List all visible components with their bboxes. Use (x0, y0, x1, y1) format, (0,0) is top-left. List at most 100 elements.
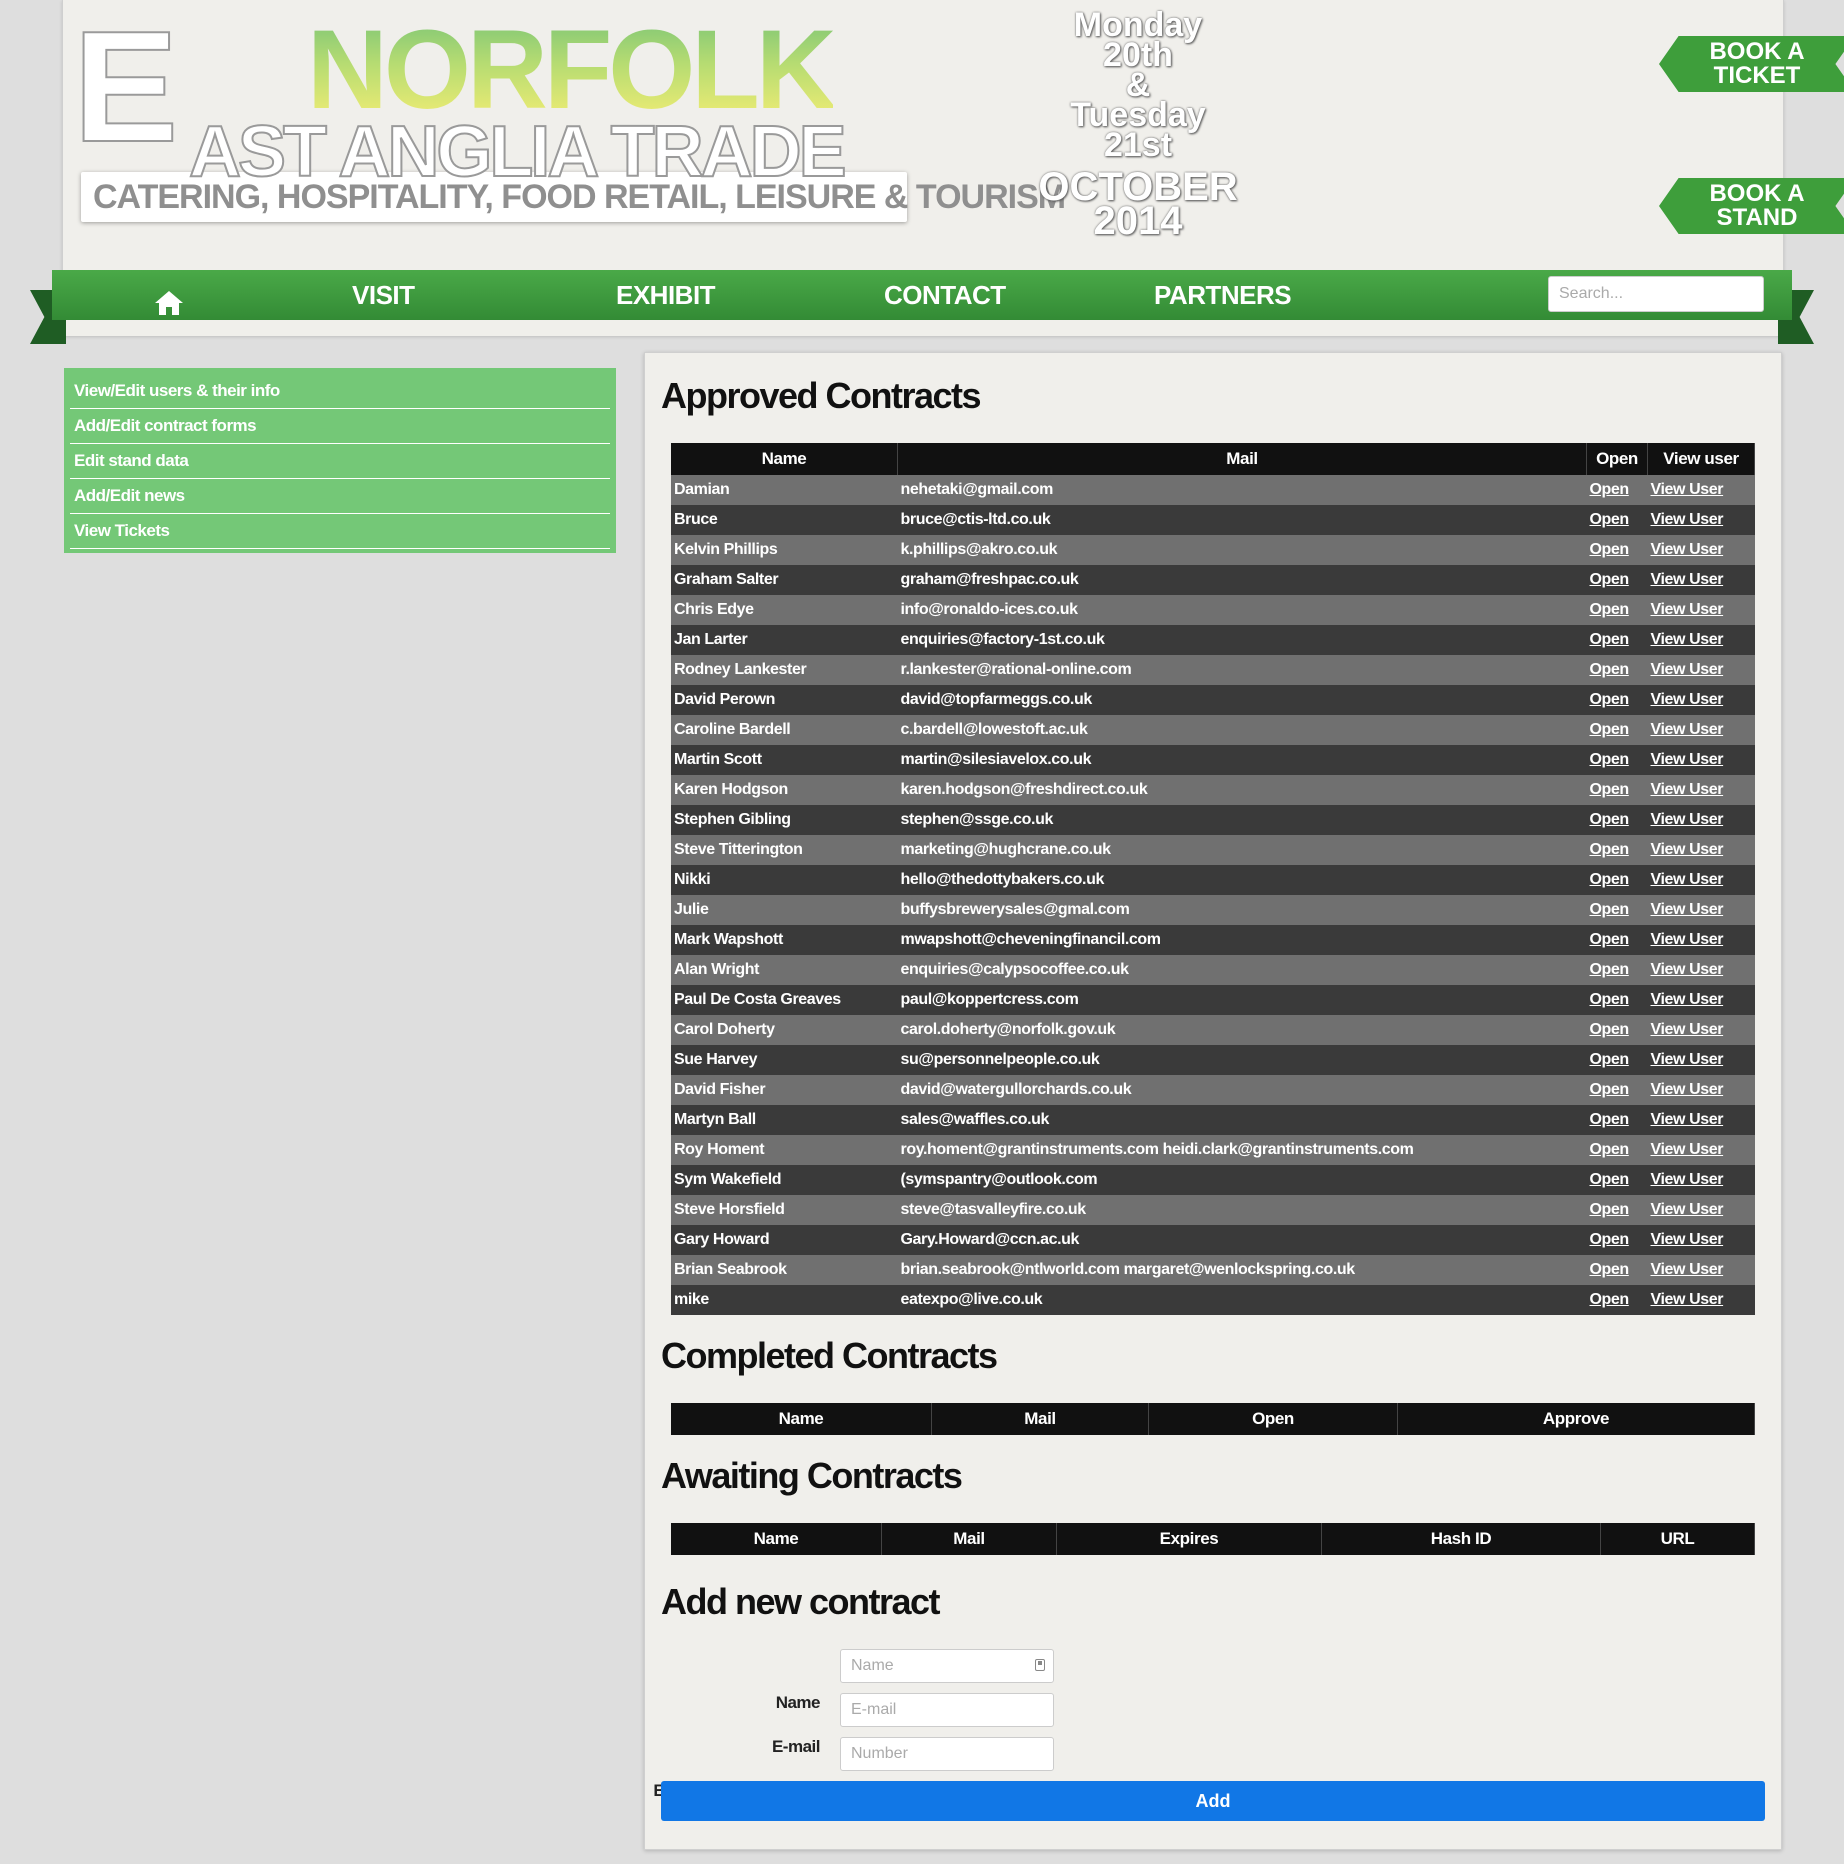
view-user-link[interactable]: View User (1651, 721, 1724, 738)
open-link[interactable]: Open (1590, 1261, 1630, 1278)
open-link[interactable]: Open (1590, 1171, 1630, 1188)
view-user-link-cell: View User (1647, 805, 1755, 835)
add-contract-button[interactable]: Add (661, 1781, 1765, 1821)
open-link[interactable]: Open (1590, 931, 1630, 948)
nav-exhibit[interactable]: EXHIBIT (616, 270, 716, 320)
view-user-link[interactable]: View User (1651, 1021, 1724, 1038)
open-link[interactable]: Open (1590, 1021, 1630, 1038)
view-user-link-cell: View User (1647, 625, 1755, 655)
open-link[interactable]: Open (1590, 661, 1630, 678)
open-link[interactable]: Open (1590, 721, 1630, 738)
open-link[interactable]: Open (1590, 1111, 1630, 1128)
sidebar-item-stand-data[interactable]: Edit stand data (70, 444, 610, 479)
sidebar-item-tickets[interactable]: View Tickets (70, 514, 610, 549)
sidebar-item-contract-forms[interactable]: Add/Edit contract forms (70, 409, 610, 444)
search-input[interactable] (1548, 276, 1764, 312)
open-link-cell: Open (1586, 745, 1648, 775)
open-link-cell: Open (1586, 595, 1648, 625)
name-field[interactable] (840, 1649, 1054, 1683)
open-link[interactable]: Open (1590, 691, 1630, 708)
site-logo[interactable]: E NORFOLK AST ANGLIA TRADE CATERING, HOS… (72, 7, 1066, 234)
nav-partners[interactable]: PARTNERS (1154, 270, 1292, 320)
view-user-link[interactable]: View User (1651, 1261, 1724, 1278)
open-link-cell: Open (1586, 1015, 1648, 1045)
home-icon[interactable] (154, 282, 184, 315)
contract-mail: paul@koppertcress.com (897, 985, 1587, 1015)
view-user-link[interactable]: View User (1651, 1111, 1724, 1128)
open-link[interactable]: Open (1590, 811, 1630, 828)
contract-mail: r.lankester@rational-online.com (897, 655, 1587, 685)
open-link-cell: Open (1586, 925, 1648, 955)
open-link[interactable]: Open (1590, 541, 1630, 558)
open-link[interactable]: Open (1590, 1201, 1630, 1218)
view-user-link[interactable]: View User (1651, 541, 1724, 558)
open-link[interactable]: Open (1590, 961, 1630, 978)
view-user-link[interactable]: View User (1651, 901, 1724, 918)
view-user-link[interactable]: View User (1651, 1141, 1724, 1158)
view-user-link[interactable]: View User (1651, 931, 1724, 948)
contract-mail: hello@thedottybakers.co.uk (897, 865, 1587, 895)
view-user-link[interactable]: View User (1651, 511, 1724, 528)
book-stand-button[interactable]: BOOK A STAND (1659, 178, 1844, 234)
nav-contact[interactable]: CONTACT (884, 270, 1006, 320)
view-user-link[interactable]: View User (1651, 1081, 1724, 1098)
open-link[interactable]: Open (1590, 1051, 1630, 1068)
open-link-cell: Open (1586, 1195, 1648, 1225)
view-user-link[interactable]: View User (1651, 991, 1724, 1008)
main-panel: Approved Contracts Name Mail Open View u… (644, 352, 1782, 1850)
nav-visit[interactable]: VISIT (352, 270, 415, 320)
open-link[interactable]: Open (1590, 1141, 1630, 1158)
view-user-link[interactable]: View User (1651, 841, 1724, 858)
open-link[interactable]: Open (1590, 841, 1630, 858)
logo-region: NORFOLK (307, 7, 837, 132)
contract-mail: karen.hodgson@freshdirect.co.uk (897, 775, 1587, 805)
view-user-link[interactable]: View User (1651, 751, 1724, 768)
view-user-link[interactable]: View User (1651, 961, 1724, 978)
view-user-link[interactable]: View User (1651, 811, 1724, 828)
book-ticket-button[interactable]: BOOK A TICKET (1659, 36, 1844, 92)
view-user-link[interactable]: View User (1651, 1231, 1724, 1248)
view-user-link[interactable]: View User (1651, 1051, 1724, 1068)
table-row: Roy Homent roy.homent@grantinstruments.co… (671, 1135, 1755, 1165)
contract-mail: enquiries@factory-1st.co.uk (897, 625, 1587, 655)
email-field[interactable] (840, 1693, 1054, 1727)
view-user-link[interactable]: View User (1651, 661, 1724, 678)
contract-mail: Gary.Howard@ccn.ac.uk (897, 1225, 1587, 1255)
view-user-link[interactable]: View User (1651, 1291, 1724, 1308)
add-contract-title: Add new contract (661, 1581, 941, 1622)
open-link[interactable]: Open (1590, 1231, 1630, 1248)
completed-contracts-table: Name Mail Open Approve (671, 1403, 1755, 1435)
column-header-mail: Mail (931, 1403, 1149, 1435)
open-link[interactable]: Open (1590, 751, 1630, 768)
table-row: Steve Horsfield steve@tasvalleyfire.co.uk… (671, 1195, 1755, 1225)
view-user-link[interactable]: View User (1651, 571, 1724, 588)
sidebar-item-news[interactable]: Add/Edit news (70, 479, 610, 514)
open-link[interactable]: Open (1590, 571, 1630, 588)
table-row: Mark Wapshott mwapshott@cheveningfinancil… (671, 925, 1755, 955)
open-link[interactable]: Open (1590, 1291, 1630, 1308)
view-user-link[interactable]: View User (1651, 691, 1724, 708)
open-link[interactable]: Open (1590, 871, 1630, 888)
open-link[interactable]: Open (1590, 901, 1630, 918)
view-user-link[interactable]: View User (1651, 871, 1724, 888)
contract-name: Gary Howard (671, 1225, 898, 1255)
view-user-link[interactable]: View User (1651, 481, 1724, 498)
open-link[interactable]: Open (1590, 481, 1630, 498)
open-link[interactable]: Open (1590, 1081, 1630, 1098)
view-user-link[interactable]: View User (1651, 601, 1724, 618)
open-link[interactable]: Open (1590, 601, 1630, 618)
open-link[interactable]: Open (1590, 631, 1630, 648)
contract-mail: nehetaki@gmail.com (897, 475, 1587, 505)
open-link[interactable]: Open (1590, 781, 1630, 798)
view-user-link[interactable]: View User (1651, 1201, 1724, 1218)
view-user-link[interactable]: View User (1651, 781, 1724, 798)
view-user-link-cell: View User (1647, 1255, 1755, 1285)
expiration-days-field[interactable] (840, 1737, 1054, 1771)
view-user-link[interactable]: View User (1651, 1171, 1724, 1188)
open-link[interactable]: Open (1590, 991, 1630, 1008)
open-link-cell: Open (1586, 1075, 1648, 1105)
column-header-expires: Expires (1056, 1523, 1322, 1555)
view-user-link[interactable]: View User (1651, 631, 1724, 648)
sidebar-item-users[interactable]: View/Edit users & their info (70, 374, 610, 409)
open-link[interactable]: Open (1590, 511, 1630, 528)
